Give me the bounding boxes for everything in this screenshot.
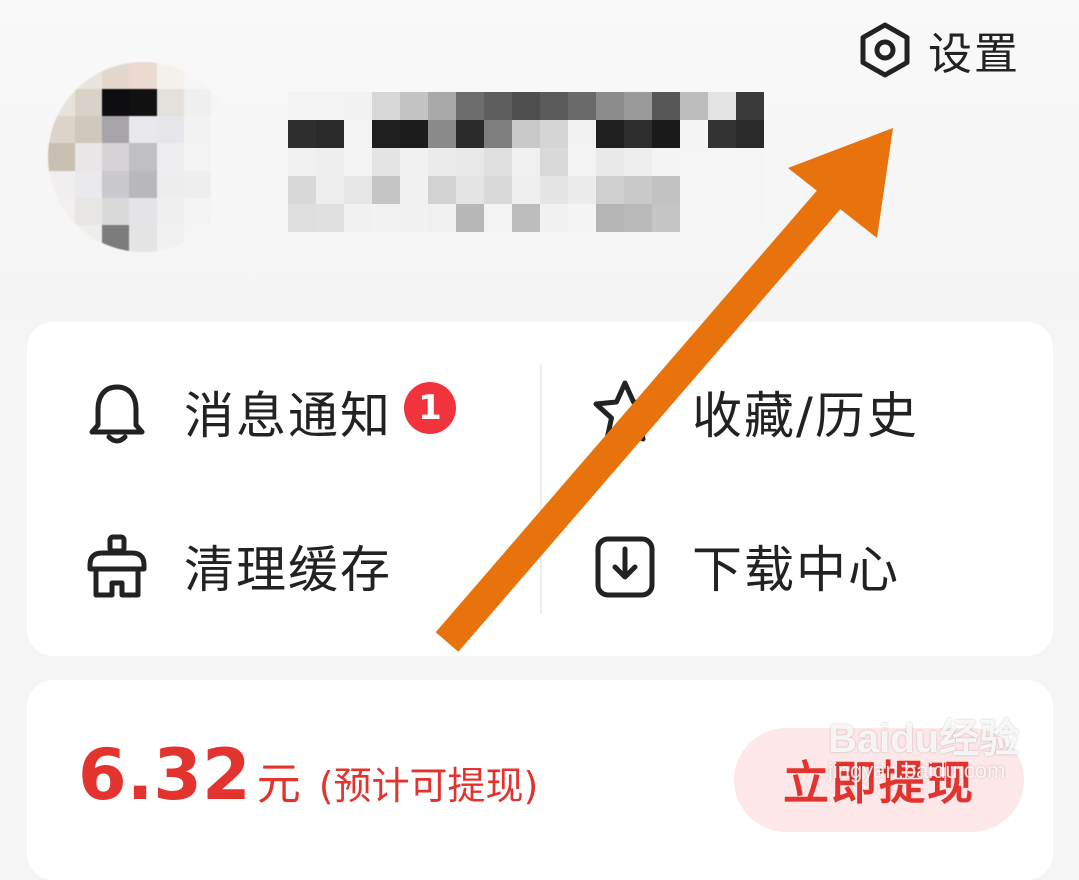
baidu-jingyan-watermark: Baidu经验 jingyan.baidu.com — [828, 706, 1019, 784]
menu-item-label: 消息通知 — [184, 387, 392, 445]
gear-icon — [860, 22, 910, 78]
menu-item-label: 收藏/历史 — [692, 387, 919, 445]
earnings-unit: 元 — [256, 759, 301, 810]
watermark-subtext: jingyan.baidu.com — [828, 758, 1006, 783]
bell-icon — [89, 384, 145, 444]
download-icon — [595, 536, 655, 598]
earnings-note: (预计可提现) — [318, 764, 539, 808]
broom-icon — [87, 534, 147, 598]
menu-item-clear-cache[interactable]: 清理缓存 — [82, 530, 392, 602]
settings-label: 设置 — [928, 29, 1020, 80]
earnings-amount: 6.32 — [78, 734, 251, 816]
menu-item-notifications[interactable]: 消息通知 1 — [82, 376, 456, 448]
avatar[interactable] — [48, 62, 238, 252]
menu-item-favorites-history[interactable]: 收藏/历史 — [590, 376, 919, 448]
earnings-summary: 6.32 元 (预计可提现) — [78, 734, 538, 816]
menu-item-label: 清理缓存 — [184, 541, 392, 599]
menu-divider — [540, 364, 542, 614]
menu-item-label: 下载中心 — [692, 541, 900, 599]
notification-count-badge: 1 — [404, 382, 456, 434]
watermark-text: Baidu经验 — [828, 717, 1020, 761]
redacted-user-info — [288, 92, 764, 232]
star-icon — [593, 380, 657, 442]
settings-button[interactable]: 设置 — [856, 22, 1020, 80]
menu-item-download-center[interactable]: 下载中心 — [590, 530, 900, 602]
